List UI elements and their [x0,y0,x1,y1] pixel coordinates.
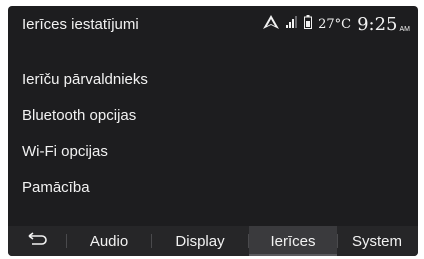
status-header: Ierīces iestatījumi 27°C 9:25 AM [8,6,418,44]
tab-ierices[interactable]: Ierīces [249,226,337,256]
device-settings-screen: Ierīces iestatījumi 27°C 9:25 AM Ierīču … [8,6,418,256]
bottom-tab-bar: Audio Display Ierīces System [8,226,418,256]
navigation-arrow-icon [262,14,280,35]
tab-display[interactable]: Display [152,226,248,256]
menu-item-tutorial[interactable]: Pamācība [8,170,418,206]
clock-time: 9:25 [357,13,398,35]
status-bar: 27°C 9:25 AM [262,11,410,37]
tab-audio[interactable]: Audio [67,226,151,256]
tab-audio-label: Audio [89,232,129,250]
tab-display-label: Display [175,232,225,250]
clock-ampm: AM [399,25,411,33]
menu-item-bluetooth-options[interactable]: Bluetooth opcijas [8,98,418,134]
settings-menu: Ierīču pārvaldnieks Bluetooth opcijas Wi… [8,62,418,206]
page-title: Ierīces iestatījumi [22,16,139,33]
battery-icon [304,14,313,34]
tab-system-label: System [351,232,402,250]
back-arrow-icon [27,232,47,250]
signal-bars-icon [286,15,298,33]
tab-system[interactable]: System [338,226,416,256]
back-button[interactable] [8,226,66,256]
menu-item-wifi-options[interactable]: Wi-Fi opcijas [8,134,418,170]
temperature: 27°C [318,16,352,32]
menu-item-device-manager[interactable]: Ierīču pārvaldnieks [8,62,418,98]
tab-ierices-label: Ierīces [270,232,316,250]
